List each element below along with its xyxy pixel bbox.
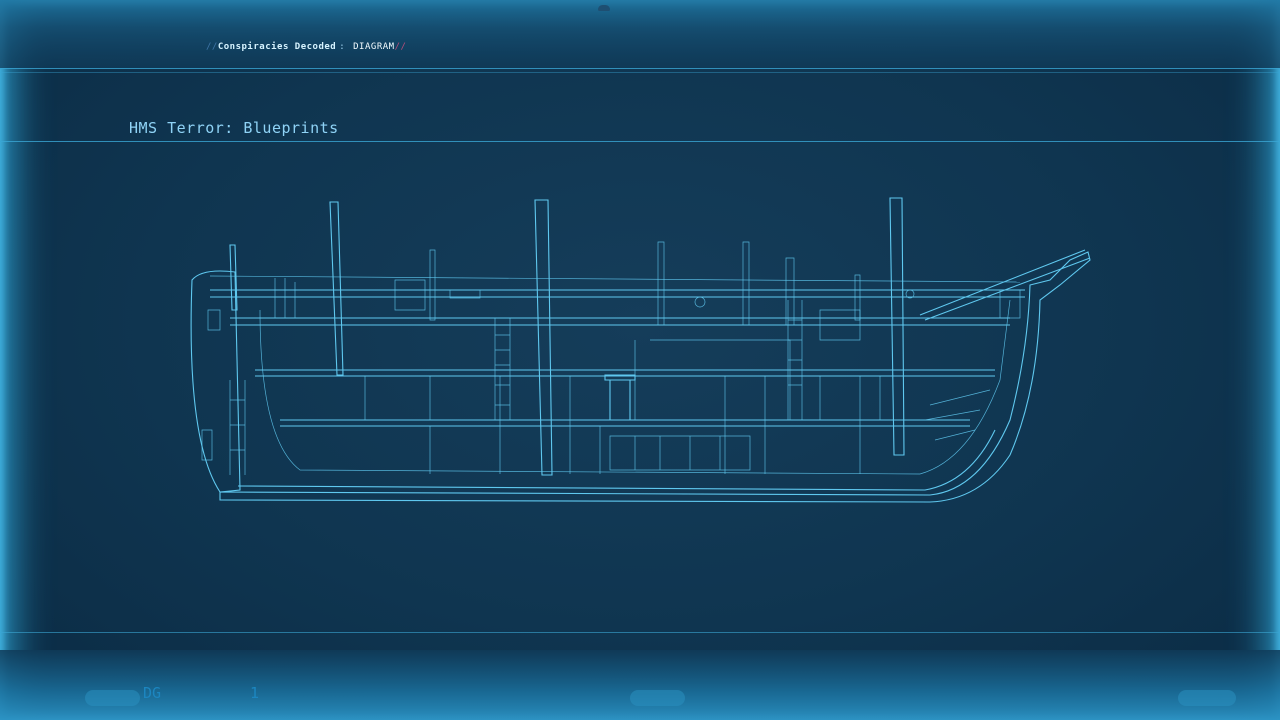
header-divider-top (0, 68, 1280, 69)
breadcrumb-suffix: // (394, 42, 407, 52)
footer-pill-center (630, 690, 685, 706)
fore-mast (889, 197, 905, 456)
upper-rail (209, 275, 1021, 283)
footer-number: 1 (250, 684, 260, 702)
stern-windows (201, 309, 221, 461)
page-title: HMS Terror: Blueprints (129, 119, 339, 137)
breadcrumb-separator: : (339, 42, 346, 52)
small-mast-2 (657, 241, 665, 326)
breadcrumb-tag: DIAGRAM (353, 42, 395, 52)
ladder-aft (494, 318, 511, 420)
deck-fittings (274, 278, 1021, 341)
footer-pill-left (85, 690, 140, 706)
hold-walls (429, 426, 751, 474)
keel-line (237, 429, 996, 491)
bowsprit (919, 249, 1091, 321)
footer-band (0, 650, 1280, 720)
breadcrumb: //Conspiracies Decoded: DIAGRAM// (206, 42, 406, 52)
deck-fitting-round (694, 296, 706, 308)
orlop-deck (280, 419, 970, 427)
footer-divider (0, 632, 1280, 633)
footer-label: DG (143, 684, 162, 702)
small-mast-3 (742, 241, 750, 326)
small-mast-1 (429, 249, 436, 321)
screen-frame: //Conspiracies Decoded: DIAGRAM// HMS Ter… (0, 0, 1280, 720)
cabin-walls (364, 339, 791, 474)
breadcrumb-show: Conspiracies Decoded (217, 42, 337, 52)
ship-blueprint-diagram (180, 190, 1100, 510)
title-divider (0, 141, 1280, 142)
breadcrumb-prefix: // (206, 42, 218, 52)
header-band (0, 0, 1280, 68)
footer-pill-right (1178, 690, 1236, 706)
top-indicator (598, 5, 610, 11)
capstan (604, 374, 636, 421)
main-mast (534, 199, 553, 476)
small-mast-4 (785, 257, 795, 326)
header-divider-bottom (0, 72, 1280, 73)
hull-outline (190, 270, 241, 493)
mizzen-mast (329, 201, 344, 376)
bow-timbers (924, 389, 991, 441)
forward-walls (819, 376, 881, 474)
ship-blueprint-svg (190, 197, 1091, 503)
main-deck (230, 317, 1010, 326)
